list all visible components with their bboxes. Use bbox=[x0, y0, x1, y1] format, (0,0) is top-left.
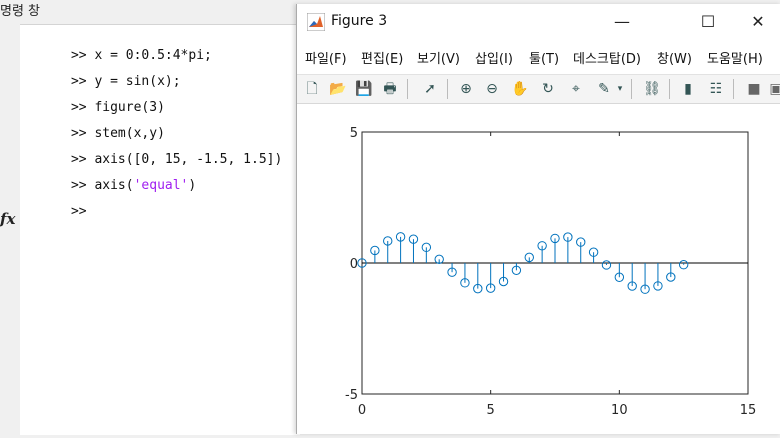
figure-canvas: 0 5 10 15 -5 0 5 bbox=[297, 104, 780, 434]
command-code: ) bbox=[188, 178, 197, 193]
menu-window[interactable]: 창(W) bbox=[657, 48, 692, 67]
menu-tools[interactable]: 툴(T) bbox=[529, 48, 559, 67]
toolbar-separator bbox=[447, 79, 448, 99]
matlab-logo-icon bbox=[307, 13, 325, 31]
menu-help[interactable]: 도움말(H) bbox=[707, 48, 763, 67]
menu-insert[interactable]: 삽입(I) bbox=[475, 48, 513, 67]
y-tick-label: 5 bbox=[350, 126, 358, 141]
colorbar-icon[interactable]: ▮ bbox=[677, 78, 699, 100]
string-literal: 'equal' bbox=[133, 178, 189, 193]
x-tick-label: 10 bbox=[611, 403, 628, 418]
menu-edit[interactable]: 편집(E) bbox=[361, 48, 403, 67]
save-icon[interactable]: 💾 bbox=[353, 78, 375, 100]
figure-titlebar[interactable]: Figure 3 — ☐ ✕ bbox=[297, 4, 780, 40]
new-figure-icon[interactable]: 🗋 bbox=[301, 78, 323, 100]
pan-icon[interactable]: ✋ bbox=[509, 78, 531, 100]
menu-view[interactable]: 보기(V) bbox=[417, 48, 460, 67]
command-line-active[interactable]: >> bbox=[24, 189, 87, 234]
y-tick-label: 0 bbox=[350, 257, 358, 272]
figure-window: Figure 3 — ☐ ✕ 파일(F) 편집(E) 보기(V) 삽입(I) 툴… bbox=[296, 4, 780, 434]
menu-file[interactable]: 파일(F) bbox=[305, 48, 347, 67]
command-window-title: 명령 창 bbox=[0, 4, 41, 19]
minimize-button[interactable]: — bbox=[599, 4, 645, 40]
close-button[interactable]: ✕ bbox=[735, 4, 780, 40]
brush-dropdown-icon[interactable]: ▾ bbox=[615, 78, 625, 100]
print-icon[interactable]: 🖶 bbox=[379, 78, 401, 100]
show-plot-tools-icon[interactable]: ▣ bbox=[765, 78, 780, 100]
open-icon[interactable]: 📂 bbox=[327, 78, 349, 100]
x-tick-label: 0 bbox=[358, 403, 366, 418]
hide-plot-tools-icon[interactable]: ■ bbox=[743, 78, 765, 100]
data-cursor-icon[interactable]: ⌖ bbox=[565, 78, 587, 100]
command-input-area[interactable]: >> x = 0:0.5:4*pi; >> y = sin(x); >> fig… bbox=[20, 24, 300, 435]
command-code: axis( bbox=[94, 178, 134, 193]
menu-desktop[interactable]: 데스크탑(D) bbox=[573, 48, 641, 67]
toolbar-separator bbox=[407, 79, 408, 99]
y-tick-label: -5 bbox=[345, 388, 358, 403]
maximize-button[interactable]: ☐ bbox=[685, 4, 731, 40]
rotate-3d-icon[interactable]: ↻ bbox=[537, 78, 559, 100]
figure-title: Figure 3 bbox=[331, 13, 388, 29]
stem-plot[interactable]: 0 5 10 15-505 bbox=[297, 104, 780, 434]
x-tick-label: 5 bbox=[487, 403, 495, 418]
command-window: 명령 창 fx >> x = 0:0.5:4*pi; >> y = sin(x)… bbox=[0, 0, 300, 435]
pointer-icon[interactable]: ➚ bbox=[419, 78, 441, 100]
x-tick-label: 15 bbox=[740, 403, 757, 418]
command-window-gutter: fx bbox=[0, 24, 20, 434]
legend-icon[interactable]: ☷ bbox=[705, 78, 727, 100]
toolbar-separator bbox=[631, 79, 632, 99]
link-icon[interactable]: ⛓ bbox=[641, 78, 663, 100]
toolbar-separator bbox=[669, 79, 670, 99]
figure-menubar: 파일(F) 편집(E) 보기(V) 삽입(I) 툴(T) 데스크탑(D) 창(W… bbox=[297, 44, 780, 70]
figure-toolbar: 🗋 📂 💾 🖶 ➚ ⊕ ⊖ ✋ ↻ ⌖ ✎ ▾ ⛓ ▮ ☷ ■ ▣ bbox=[297, 74, 780, 104]
brush-icon[interactable]: ✎ bbox=[593, 78, 615, 100]
fx-icon[interactable]: fx bbox=[0, 210, 15, 228]
zoom-in-icon[interactable]: ⊕ bbox=[455, 78, 477, 100]
prompt: >> bbox=[70, 204, 87, 219]
toolbar-separator bbox=[733, 79, 734, 99]
zoom-out-icon[interactable]: ⊖ bbox=[481, 78, 503, 100]
